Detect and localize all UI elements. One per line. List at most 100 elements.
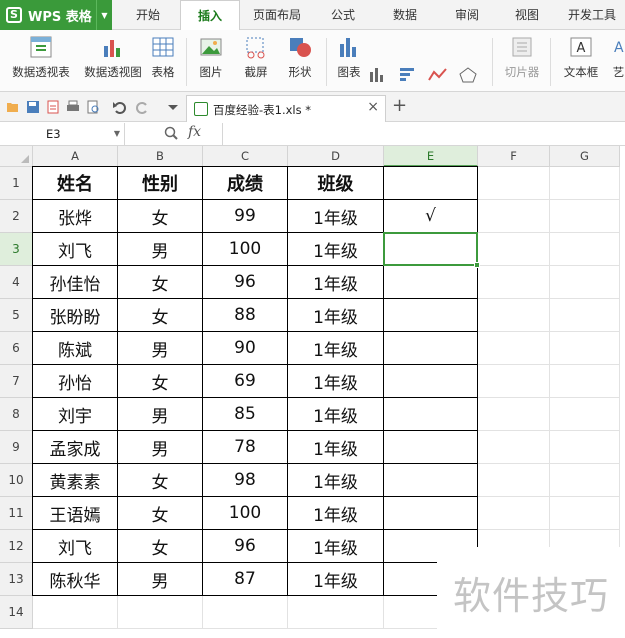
cell-d3[interactable]: 1年级 [288, 233, 384, 266]
row-header-1[interactable]: 1 [0, 167, 33, 200]
close-tab-icon[interactable]: × [367, 99, 379, 115]
cell-d4[interactable]: 1年级 [288, 266, 384, 299]
cell-f10[interactable] [478, 464, 550, 497]
save-icon[interactable] [26, 100, 40, 114]
cell-d11[interactable]: 1年级 [288, 497, 384, 530]
radar-chart-icon[interactable] [458, 66, 484, 84]
row-header-4[interactable]: 4 [0, 266, 33, 299]
cell-f5[interactable] [478, 299, 550, 332]
art-text-button[interactable]: A 艺 [612, 34, 625, 80]
shapes-button[interactable]: 形状 [280, 34, 320, 80]
cell-g9[interactable] [550, 431, 620, 464]
cell-d13[interactable]: 1年级 [288, 563, 384, 596]
document-tab[interactable]: 百度经验-表1.xls * × [186, 95, 386, 122]
cell-d7[interactable]: 1年级 [288, 365, 384, 398]
line-chart-icon[interactable] [428, 66, 454, 84]
cell-g1[interactable] [550, 167, 620, 200]
undo-icon[interactable] [112, 100, 126, 114]
cell-a1[interactable]: 姓名 [33, 167, 118, 200]
chevron-down-icon[interactable]: ▼ [96, 0, 112, 30]
cell-c5[interactable]: 88 [203, 299, 288, 332]
cell-a9[interactable]: 孟家成 [33, 431, 118, 464]
tab-page-layout[interactable]: 页面布局 [244, 0, 310, 30]
cell-e5[interactable] [384, 299, 478, 332]
cell-e9[interactable] [384, 431, 478, 464]
row-header-6[interactable]: 6 [0, 332, 33, 365]
tab-home[interactable]: 开始 [120, 0, 176, 30]
pivot-table-button[interactable]: 数据透视表 [6, 34, 76, 80]
cell-b6[interactable]: 男 [118, 332, 203, 365]
tab-formulas[interactable]: 公式 [316, 0, 370, 30]
column-header-g[interactable]: G [550, 146, 620, 167]
cell-b11[interactable]: 女 [118, 497, 203, 530]
cell-g4[interactable] [550, 266, 620, 299]
cell-c4[interactable]: 96 [203, 266, 288, 299]
cell-a2[interactable]: 张烨 [33, 200, 118, 233]
column-header-e[interactable]: E [384, 146, 478, 167]
table-button[interactable]: 表格 [148, 34, 178, 80]
cell-g5[interactable] [550, 299, 620, 332]
cell-g2[interactable] [550, 200, 620, 233]
cell-c7[interactable]: 69 [203, 365, 288, 398]
cell-g10[interactable] [550, 464, 620, 497]
cell-c2[interactable]: 99 [203, 200, 288, 233]
cell-e3[interactable] [384, 233, 478, 266]
fx-insert-function-button[interactable]: fx [188, 124, 201, 140]
redo-icon[interactable] [136, 100, 150, 114]
row-header-14[interactable]: 14 [0, 596, 33, 629]
cell-d5[interactable]: 1年级 [288, 299, 384, 332]
chevron-down-icon[interactable]: ▼ [114, 123, 120, 145]
column-header-a[interactable]: A [33, 146, 118, 167]
row-header-13[interactable]: 13 [0, 563, 33, 596]
zoom-search-icon[interactable] [164, 126, 178, 140]
cell-d14[interactable] [288, 596, 384, 629]
cell-f7[interactable] [478, 365, 550, 398]
row-header-7[interactable]: 7 [0, 365, 33, 398]
cell-e11[interactable] [384, 497, 478, 530]
cell-f3[interactable] [478, 233, 550, 266]
fill-handle[interactable] [474, 262, 480, 268]
cell-d9[interactable]: 1年级 [288, 431, 384, 464]
row-header-2[interactable]: 2 [0, 200, 33, 233]
chart-button[interactable]: 图表 [332, 34, 366, 80]
column-header-c[interactable]: C [203, 146, 288, 167]
cell-d12[interactable]: 1年级 [288, 530, 384, 563]
cell-d1[interactable]: 班级 [288, 167, 384, 200]
cell-b7[interactable]: 女 [118, 365, 203, 398]
row-header-12[interactable]: 12 [0, 530, 33, 563]
cell-b8[interactable]: 男 [118, 398, 203, 431]
row-header-10[interactable]: 10 [0, 464, 33, 497]
cell-c14[interactable] [203, 596, 288, 629]
cell-a12[interactable]: 刘飞 [33, 530, 118, 563]
export-pdf-icon[interactable] [46, 100, 60, 114]
column-chart-icon[interactable] [368, 66, 394, 84]
cell-c1[interactable]: 成绩 [203, 167, 288, 200]
tab-data[interactable]: 数据 [378, 0, 432, 30]
cell-g7[interactable] [550, 365, 620, 398]
slicer-button[interactable]: 切片器 [498, 34, 546, 80]
cell-b13[interactable]: 男 [118, 563, 203, 596]
column-header-d[interactable]: D [288, 146, 384, 167]
row-header-3[interactable]: 3 [0, 233, 33, 266]
bar-chart-icon[interactable] [398, 66, 424, 84]
select-all-corner[interactable] [0, 146, 33, 167]
cell-c13[interactable]: 87 [203, 563, 288, 596]
open-folder-icon[interactable] [6, 100, 20, 114]
cell-g6[interactable] [550, 332, 620, 365]
cell-b2[interactable]: 女 [118, 200, 203, 233]
name-box[interactable]: E3 ▼ [0, 123, 125, 145]
cell-f6[interactable] [478, 332, 550, 365]
cell-c8[interactable]: 85 [203, 398, 288, 431]
cell-f11[interactable] [478, 497, 550, 530]
cell-f2[interactable] [478, 200, 550, 233]
cell-e4[interactable] [384, 266, 478, 299]
cell-c6[interactable]: 90 [203, 332, 288, 365]
cell-a6[interactable]: 陈斌 [33, 332, 118, 365]
cell-a14[interactable] [33, 596, 118, 629]
cell-b10[interactable]: 女 [118, 464, 203, 497]
cell-e10[interactable] [384, 464, 478, 497]
cell-e1[interactable] [384, 167, 478, 200]
cell-b4[interactable]: 女 [118, 266, 203, 299]
cell-d2[interactable]: 1年级 [288, 200, 384, 233]
cell-e7[interactable] [384, 365, 478, 398]
